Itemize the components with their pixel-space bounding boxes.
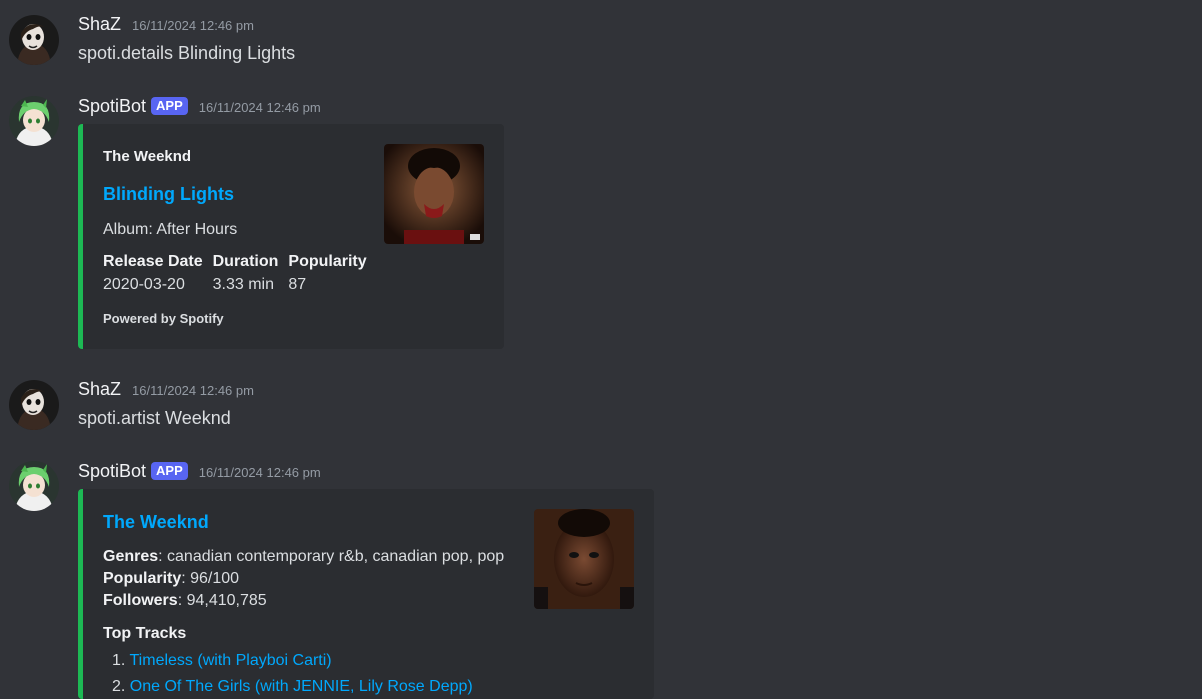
message-header: ShaZ 16/11/2024 12:46 pm	[78, 379, 254, 400]
field-value: 3.33 min	[212, 276, 274, 293]
username[interactable]: SpotiBot	[78, 96, 146, 117]
embed-footer: Powered by Spotify	[103, 311, 224, 326]
track-number: 1.	[112, 652, 126, 669]
embed-description: Album: After Hours	[103, 221, 238, 238]
field-value: 87	[288, 276, 307, 293]
avatar-shaz-icon	[9, 380, 59, 430]
user-avatar[interactable]	[9, 380, 59, 430]
track-link[interactable]: One Of The Girls (with JENNIE, Lily Rose…	[130, 678, 473, 695]
field-name: Duration	[212, 253, 279, 270]
list-item: 2. One Of The Girls (with JENNIE, Lily R…	[112, 678, 473, 696]
genres-line: Genres: canadian contemporary r&b, canad…	[103, 548, 504, 566]
top-tracks-heading: Top Tracks	[103, 625, 187, 642]
message-content: spoti.artist Weeknd	[78, 408, 231, 428]
timestamp[interactable]: 16/11/2024 12:46 pm	[132, 18, 254, 33]
followers-label: Followers	[103, 592, 178, 609]
field-name: Release Date	[103, 253, 203, 270]
artist-photo-icon	[534, 509, 634, 609]
track-embed: The Weeknd Blinding Lights Album: After …	[78, 124, 504, 349]
message-header: SpotiBot APP 16/11/2024 12:46 pm	[78, 461, 321, 482]
avatar-shaz-icon	[9, 15, 59, 65]
artist-embed: The Weeknd Genres: canadian contemporary…	[78, 489, 654, 699]
genres-value: : canadian contemporary r&b, canadian po…	[158, 548, 505, 565]
timestamp[interactable]: 16/11/2024 12:46 pm	[132, 383, 254, 398]
track-link[interactable]: Timeless (with Playboi Carti)	[130, 652, 332, 669]
message: ShaZ 16/11/2024 12:46 pm spoti.details B…	[0, 0, 1202, 80]
embed-fields: Release Date 2020-03-20 Duration 3.33 mi…	[103, 253, 377, 294]
message-header: SpotiBot APP 16/11/2024 12:46 pm	[78, 96, 321, 117]
followers-line: Followers: 94,410,785	[103, 592, 267, 610]
popularity-line: Popularity: 96/100	[103, 570, 239, 588]
username[interactable]: SpotiBot	[78, 461, 146, 482]
message-content: spoti.details Blinding Lights	[78, 43, 296, 63]
embed-title-link[interactable]: Blinding Lights	[103, 184, 234, 205]
timestamp[interactable]: 16/11/2024 12:46 pm	[199, 465, 321, 480]
field-release-date: Release Date 2020-03-20	[103, 253, 203, 294]
timestamp[interactable]: 16/11/2024 12:46 pm	[199, 100, 321, 115]
app-badge: APP	[151, 462, 188, 480]
field-name: Popularity	[288, 253, 367, 270]
avatar-spotibot-icon	[9, 96, 59, 146]
album-cover-thumbnail[interactable]	[384, 144, 484, 244]
field-value: 2020-03-20	[103, 276, 185, 293]
followers-value: : 94,410,785	[177, 592, 267, 609]
bot-avatar[interactable]	[9, 96, 59, 146]
popularity-label: Popularity	[103, 570, 182, 587]
username[interactable]: ShaZ	[78, 14, 121, 35]
embed-author: The Weeknd	[103, 148, 192, 165]
genres-label: Genres	[103, 548, 159, 565]
track-number: 2.	[112, 678, 126, 695]
app-badge: APP	[151, 97, 188, 115]
artist-photo-thumbnail[interactable]	[534, 509, 634, 609]
list-item: 1. Timeless (with Playboi Carti)	[112, 652, 332, 670]
message: SpotiBot APP 16/11/2024 12:46 pm The Wee…	[0, 92, 1202, 357]
album-cover-icon	[384, 144, 484, 244]
popularity-value: : 96/100	[181, 570, 240, 587]
message: SpotiBot APP 16/11/2024 12:46 pm The Wee…	[0, 457, 1202, 699]
embed-title-link[interactable]: The Weeknd	[103, 512, 209, 533]
field-popularity: Popularity 87	[288, 253, 366, 294]
avatar-spotibot-icon	[9, 461, 59, 511]
username[interactable]: ShaZ	[78, 379, 121, 400]
field-duration: Duration 3.33 min	[213, 253, 279, 294]
message-header: ShaZ 16/11/2024 12:46 pm	[78, 14, 254, 35]
user-avatar[interactable]	[9, 15, 59, 65]
message: ShaZ 16/11/2024 12:46 pm spoti.artist We…	[0, 365, 1202, 445]
bot-avatar[interactable]	[9, 461, 59, 511]
